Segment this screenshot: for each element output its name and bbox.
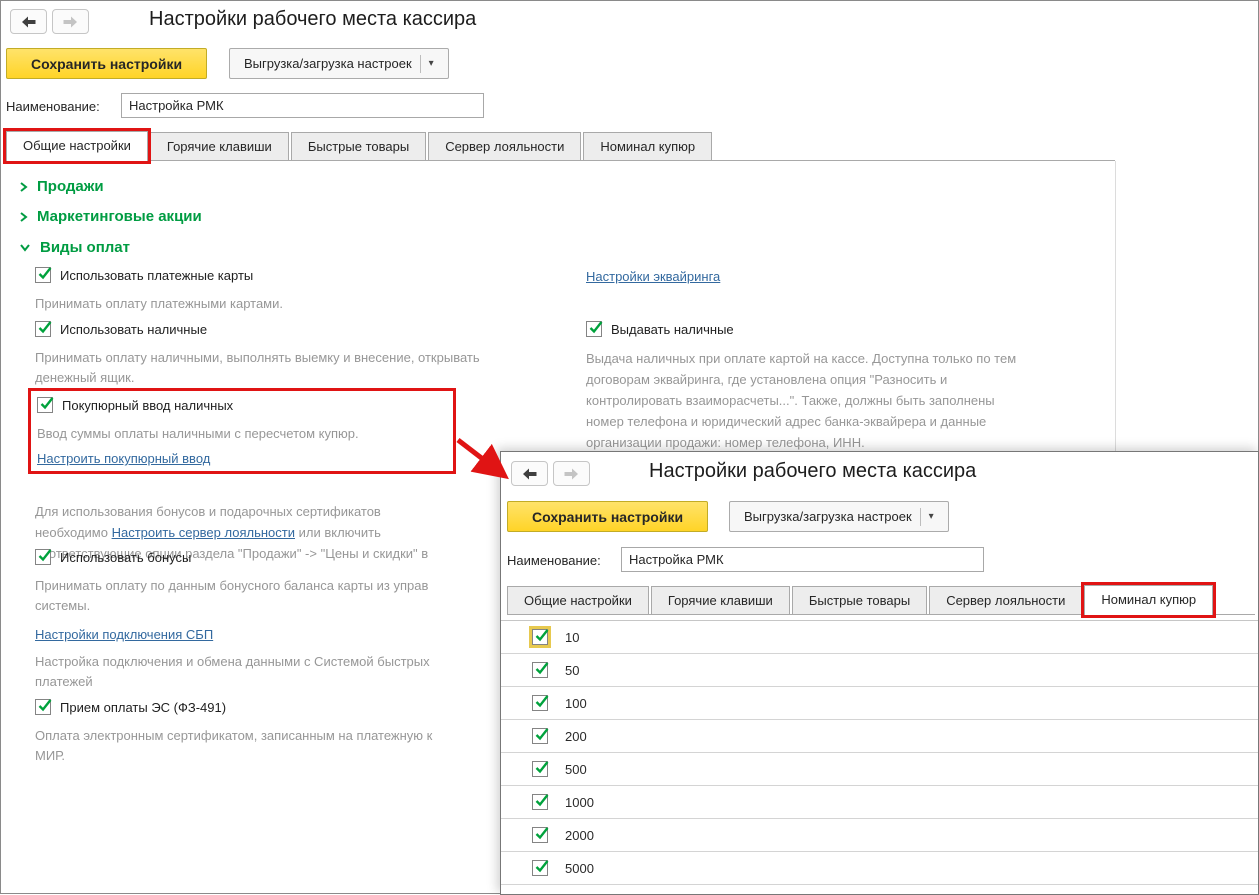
sbp-description: Настройка подключения и обмена данными с… xyxy=(35,654,430,689)
denomination-checkbox[interactable] xyxy=(532,794,549,810)
denomination-value: 50 xyxy=(565,662,580,678)
dropdown-arrow-icon: ▾ xyxy=(428,58,434,69)
denomination-value: 1000 xyxy=(565,794,594,810)
save-settings-button[interactable]: Сохранить настройки xyxy=(6,48,208,79)
use-bonus-label: Использовать бонусы xyxy=(60,549,192,565)
export-settings-label: Выгрузка/загрузка настроек xyxy=(244,56,412,71)
use-bonus-checkbox[interactable] xyxy=(35,549,52,565)
name-label: Наименование: xyxy=(507,553,601,568)
cash-out-option[interactable]: Выдавать наличные xyxy=(586,321,734,337)
divider xyxy=(419,54,421,73)
denomination-value: 2000 xyxy=(565,827,594,843)
tab[interactable]: Быстрые товары xyxy=(791,586,928,614)
tab[interactable]: Горячие клавиши xyxy=(650,586,790,614)
denomination-checkbox[interactable] xyxy=(532,761,549,777)
overlay-window: Настройки рабочего места кассира Сохрани… xyxy=(500,451,1259,895)
overlay-tabbar: Общие настройки Горячие клавиши Быстрые … xyxy=(507,582,1255,618)
denomination-value: 500 xyxy=(565,761,587,777)
back-button[interactable] xyxy=(10,9,47,34)
denomination-value: 100 xyxy=(565,695,587,711)
back-icon xyxy=(22,16,36,27)
use-cash-description: Принимать оплату наличными, выполнять вы… xyxy=(35,350,480,385)
name-input[interactable] xyxy=(621,547,984,572)
chevron-right-icon xyxy=(20,211,28,222)
name-input[interactable] xyxy=(121,93,484,118)
use-cash-label: Использовать наличные xyxy=(60,321,208,337)
tab[interactable]: Общие настройки xyxy=(507,586,649,614)
forward-icon xyxy=(63,16,77,27)
denomination-value: 10 xyxy=(565,629,580,645)
use-bonus-option[interactable]: Использовать бонусы xyxy=(35,549,191,565)
denomination-row[interactable]: 10 xyxy=(501,621,1258,654)
use-cards-description: Принимать оплату платежными картами. xyxy=(35,296,283,311)
export-settings-dropdown[interactable]: Выгрузка/загрузка настроек ▾ xyxy=(229,48,449,79)
denomination-checkbox[interactable] xyxy=(532,827,549,843)
section-payment-types-label: Виды оплат xyxy=(40,239,130,256)
tab[interactable]: Сервер лояльности xyxy=(929,586,1083,614)
use-cards-checkbox[interactable] xyxy=(35,267,52,283)
dropdown-arrow-icon: ▾ xyxy=(928,511,934,522)
es-payment-option[interactable]: Прием оплаты ЭС (ФЗ-491) xyxy=(35,699,226,715)
forward-button[interactable] xyxy=(52,9,89,34)
use-cards-option[interactable]: Использовать платежные карты xyxy=(35,267,253,283)
window-title: Настройки рабочего места кассира xyxy=(649,460,977,482)
use-cash-option[interactable]: Использовать наличные xyxy=(35,321,207,337)
denomination-checkbox[interactable] xyxy=(532,695,549,711)
denomination-checkbox[interactable] xyxy=(532,860,549,876)
screenshot: Настройки рабочего места кассира Сохрани… xyxy=(0,0,1259,895)
acquiring-settings-link[interactable]: Настройки эквайринга xyxy=(586,269,720,284)
export-settings-label: Выгрузка/загрузка настроек xyxy=(744,509,912,524)
es-payment-description: Оплата электронным сертификатом, записан… xyxy=(35,728,433,763)
denomination-row[interactable]: 5000 xyxy=(501,852,1258,885)
chevron-down-icon xyxy=(20,244,30,252)
denomination-row[interactable]: 100 xyxy=(501,687,1258,720)
chevron-right-icon xyxy=(20,181,28,192)
use-bonus-description: Принимать оплату по данным бонусного бал… xyxy=(35,578,429,613)
loyalty-server-link[interactable]: Настроить сервер лояльности xyxy=(112,525,295,540)
cash-out-checkbox[interactable] xyxy=(586,321,603,337)
use-cash-checkbox[interactable] xyxy=(35,321,52,337)
export-settings-dropdown[interactable]: Выгрузка/загрузка настроек ▾ xyxy=(729,501,949,532)
denomination-checkbox[interactable] xyxy=(532,728,549,744)
forward-button[interactable] xyxy=(553,461,590,486)
sbp-settings-link[interactable]: Настройки подключения СБП xyxy=(35,627,213,642)
denomination-checkbox[interactable] xyxy=(532,662,549,678)
window-title: Настройки рабочего места кассира xyxy=(149,8,477,30)
section-sales[interactable]: Продажи xyxy=(19,178,104,195)
nav-buttons xyxy=(10,9,89,34)
name-label: Наименование: xyxy=(6,99,100,114)
denomination-row[interactable]: 1000 xyxy=(501,786,1258,819)
section-marketing[interactable]: Маркетинговые акции xyxy=(19,208,202,225)
es-payment-label: Прием оплаты ЭС (ФЗ-491) xyxy=(60,699,227,715)
section-payment-types[interactable]: Виды оплат xyxy=(19,239,130,256)
denomination-value: 200 xyxy=(565,728,587,744)
tab[interactable]: Общие настройки xyxy=(3,128,151,164)
forward-icon xyxy=(564,468,578,479)
divider xyxy=(919,507,921,526)
tab[interactable]: Номинал купюр xyxy=(583,132,713,160)
section-marketing-label: Маркетинговые акции xyxy=(37,208,202,225)
denomination-row[interactable]: 200 xyxy=(501,720,1258,753)
main-tabbar: Общие настройки Горячие клавиши Быстрые … xyxy=(3,128,1115,164)
es-payment-checkbox[interactable] xyxy=(35,699,52,715)
tab[interactable]: Горячие клавиши xyxy=(149,132,289,160)
tab[interactable]: Быстрые товары xyxy=(290,132,427,160)
denomination-row[interactable]: 2000 xyxy=(501,819,1258,852)
denomination-row[interactable]: 50 xyxy=(501,654,1258,687)
save-settings-button[interactable]: Сохранить настройки xyxy=(507,501,709,532)
section-sales-label: Продажи xyxy=(37,178,104,195)
annotation-arrow xyxy=(456,438,509,480)
denomination-row[interactable]: 500 xyxy=(501,753,1258,786)
use-cards-label: Использовать платежные карты xyxy=(60,267,254,283)
denomination-table: 10 50 100 200 500 1000 2000 5000 xyxy=(501,620,1258,885)
denomination-value: 5000 xyxy=(565,860,594,876)
cash-out-label: Выдавать наличные xyxy=(611,321,734,337)
cash-out-description: Выдача наличных при оплате картой на кас… xyxy=(586,351,1017,450)
annotation-box-bill-input xyxy=(28,388,456,474)
denomination-checkbox[interactable] xyxy=(532,629,549,645)
tab[interactable]: Номинал купюр xyxy=(1081,582,1217,618)
tab[interactable]: Сервер лояльности xyxy=(428,132,582,160)
